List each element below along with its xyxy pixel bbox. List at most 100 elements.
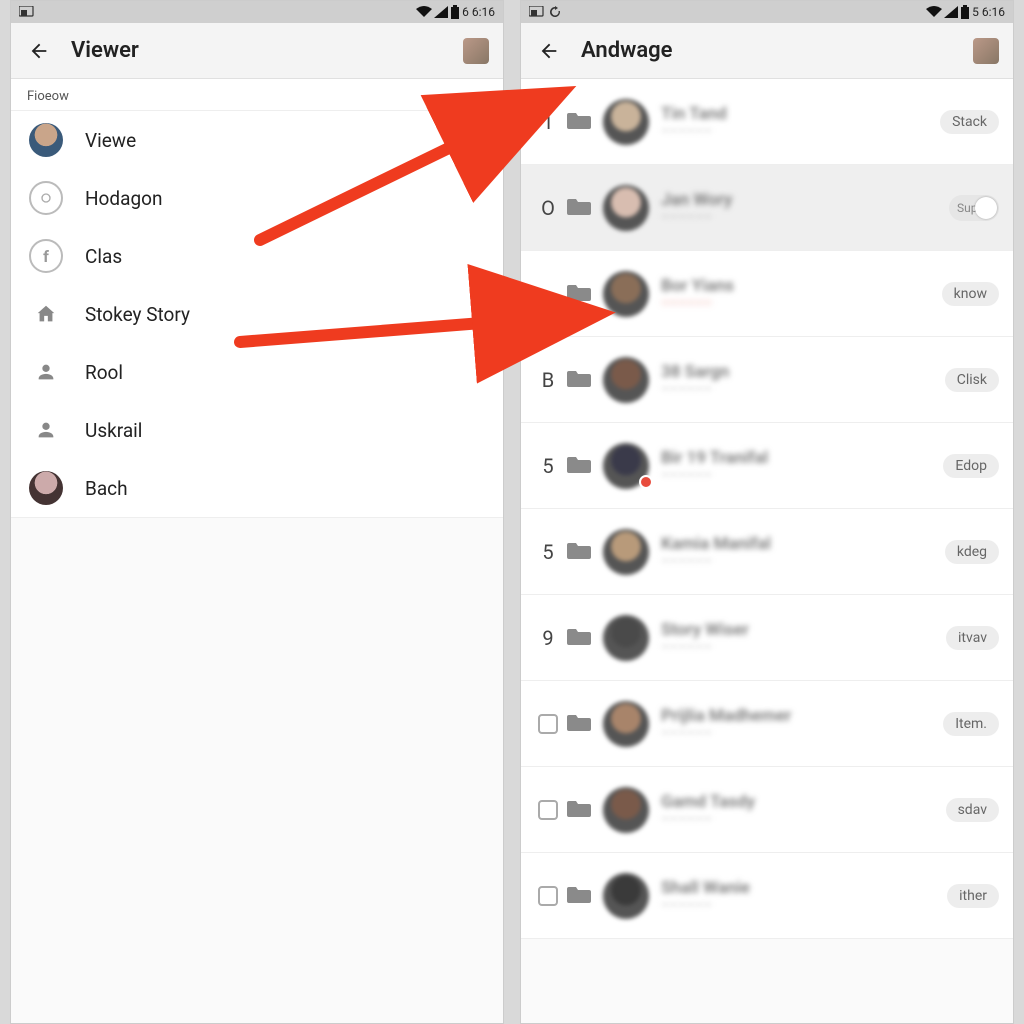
cast-icon [19, 6, 35, 18]
rank-row[interactable]: 5Kamia Manifal––––––kdeg [521, 509, 1013, 595]
rank-row[interactable]: Bor Yians––––––know [521, 251, 1013, 337]
rank-number: O [535, 196, 561, 220]
rank-row[interactable]: Gamd Tasdy––––––sdav [521, 767, 1013, 853]
folder-icon [567, 626, 595, 650]
user-name-block: Shall Wanie–––––– [661, 878, 947, 914]
profile-avatar[interactable] [463, 38, 489, 64]
menu-item[interactable]: Stokey Story [11, 285, 503, 343]
action-pill[interactable]: Stack [940, 110, 999, 134]
action-pill[interactable]: ither [947, 884, 999, 908]
menu-item-icon [29, 123, 63, 157]
user-avatar [603, 787, 649, 833]
phone-left: 6 6:16 Viewer Fioeow Viewe Hodagon f Clas St… [10, 0, 504, 1024]
action-pill[interactable]: sdav [946, 798, 999, 822]
user-name-block: Bir 19 Tranifal–––––– [661, 448, 943, 484]
menu-item-label: Uskrail [85, 419, 142, 442]
action-pill[interactable]: Edop [943, 454, 999, 478]
section-label: Fioeow [11, 79, 503, 111]
signal-icon [944, 6, 958, 18]
menu-item-icon: f [29, 239, 63, 273]
menu-item-label: Stokey Story [85, 303, 190, 326]
rank-row[interactable]: 1 Tin Tand––––––Stack [521, 79, 1013, 165]
rank-row[interactable]: Shall Wanie––––––ither [521, 853, 1013, 939]
rank-list: 1 Tin Tand––––––Stack O Jan Wory––––––Sup Bo… [521, 79, 1013, 939]
status-time: 6 6:16 [462, 5, 495, 19]
menu-item-label: Rool [85, 361, 123, 384]
rank-number [538, 886, 558, 906]
user-name-block: Gamd Tasdy–––––– [661, 792, 946, 828]
menu-item-icon [29, 297, 63, 331]
folder-icon [567, 712, 595, 736]
menu-item[interactable]: Hodagon [11, 169, 503, 227]
user-avatar [603, 185, 649, 231]
folder-icon [567, 282, 595, 306]
app-header-left: Viewer [11, 23, 503, 79]
user-avatar [603, 357, 649, 403]
user-avatar [603, 99, 649, 145]
toggle-switch[interactable]: Sup [949, 195, 999, 221]
rank-number: 1 [535, 110, 561, 134]
user-name-block: Prijlia Madhemer–––––– [661, 706, 943, 742]
menu-item-icon [29, 413, 63, 447]
phone-right: 5 6:16 Andwage 1 Tin Tand––––––Stack O Jan … [520, 0, 1014, 1024]
user-avatar [603, 529, 649, 575]
folder-icon [567, 110, 595, 134]
menu-item[interactable]: Rool [11, 343, 503, 401]
rank-number: B [535, 368, 561, 392]
notification-badge [639, 475, 653, 489]
rank-number: 5 [535, 454, 561, 478]
menu-item-icon [29, 355, 63, 389]
rank-number: 9 [535, 626, 561, 650]
menu-item[interactable]: Bach [11, 459, 503, 517]
menu-item[interactable]: f Clas [11, 227, 503, 285]
user-avatar [603, 873, 649, 919]
status-bar: 5 6:16 [521, 1, 1013, 23]
rank-row[interactable]: O Jan Wory––––––Sup [521, 165, 1013, 251]
rank-row[interactable]: B 38 Sargn––––––Clisk [521, 337, 1013, 423]
status-time: 5 6:16 [972, 5, 1005, 19]
rank-row[interactable]: 5 Bir 19 Tranifal––––––Edop [521, 423, 1013, 509]
menu-item-label: Clas [85, 245, 122, 268]
menu-item-label: Viewe [85, 129, 136, 152]
rank-number [538, 714, 558, 734]
action-pill[interactable]: kdeg [945, 540, 999, 564]
folder-icon [567, 454, 595, 478]
wifi-icon [926, 6, 942, 18]
action-pill[interactable]: Item. [943, 712, 999, 736]
menu-item[interactable]: Uskrail [11, 401, 503, 459]
menu-item-icon [29, 181, 63, 215]
action-pill[interactable]: know [942, 282, 999, 306]
folder-icon [567, 368, 595, 392]
action-pill[interactable]: Clisk [945, 368, 999, 392]
profile-avatar[interactable] [973, 38, 999, 64]
page-title: Viewer [71, 38, 463, 63]
back-button[interactable] [25, 37, 53, 65]
action-pill[interactable]: itvav [946, 626, 999, 650]
user-avatar [603, 615, 649, 661]
user-avatar [603, 701, 649, 747]
signal-icon [434, 6, 448, 18]
refresh-icon [549, 6, 561, 18]
folder-icon [567, 196, 595, 220]
folder-icon [567, 540, 595, 564]
user-name-block: Tin Tand–––––– [661, 104, 940, 140]
status-bar: 6 6:16 [11, 1, 503, 23]
user-name-block: 38 Sargn–––––– [661, 362, 945, 398]
cast-icon [529, 6, 545, 18]
battery-icon [450, 5, 460, 19]
folder-icon [567, 798, 595, 822]
user-name-block: Bor Yians–––––– [661, 276, 942, 312]
rank-row[interactable]: Prijlia Madhemer––––––Item. [521, 681, 1013, 767]
folder-icon [567, 884, 595, 908]
user-name-block: Jan Wory–––––– [661, 190, 949, 226]
page-title: Andwage [581, 38, 973, 63]
menu-item-icon [29, 471, 63, 505]
back-button[interactable] [535, 37, 563, 65]
wifi-icon [416, 6, 432, 18]
rank-number: 5 [535, 540, 561, 564]
menu-list: Viewe Hodagon f Clas Stokey Story Rool Uskrail… [11, 111, 503, 518]
rank-number [538, 800, 558, 820]
menu-item[interactable]: Viewe [11, 111, 503, 169]
rank-row[interactable]: 9Story Wiser––––––itvav [521, 595, 1013, 681]
menu-item-label: Bach [85, 477, 128, 500]
